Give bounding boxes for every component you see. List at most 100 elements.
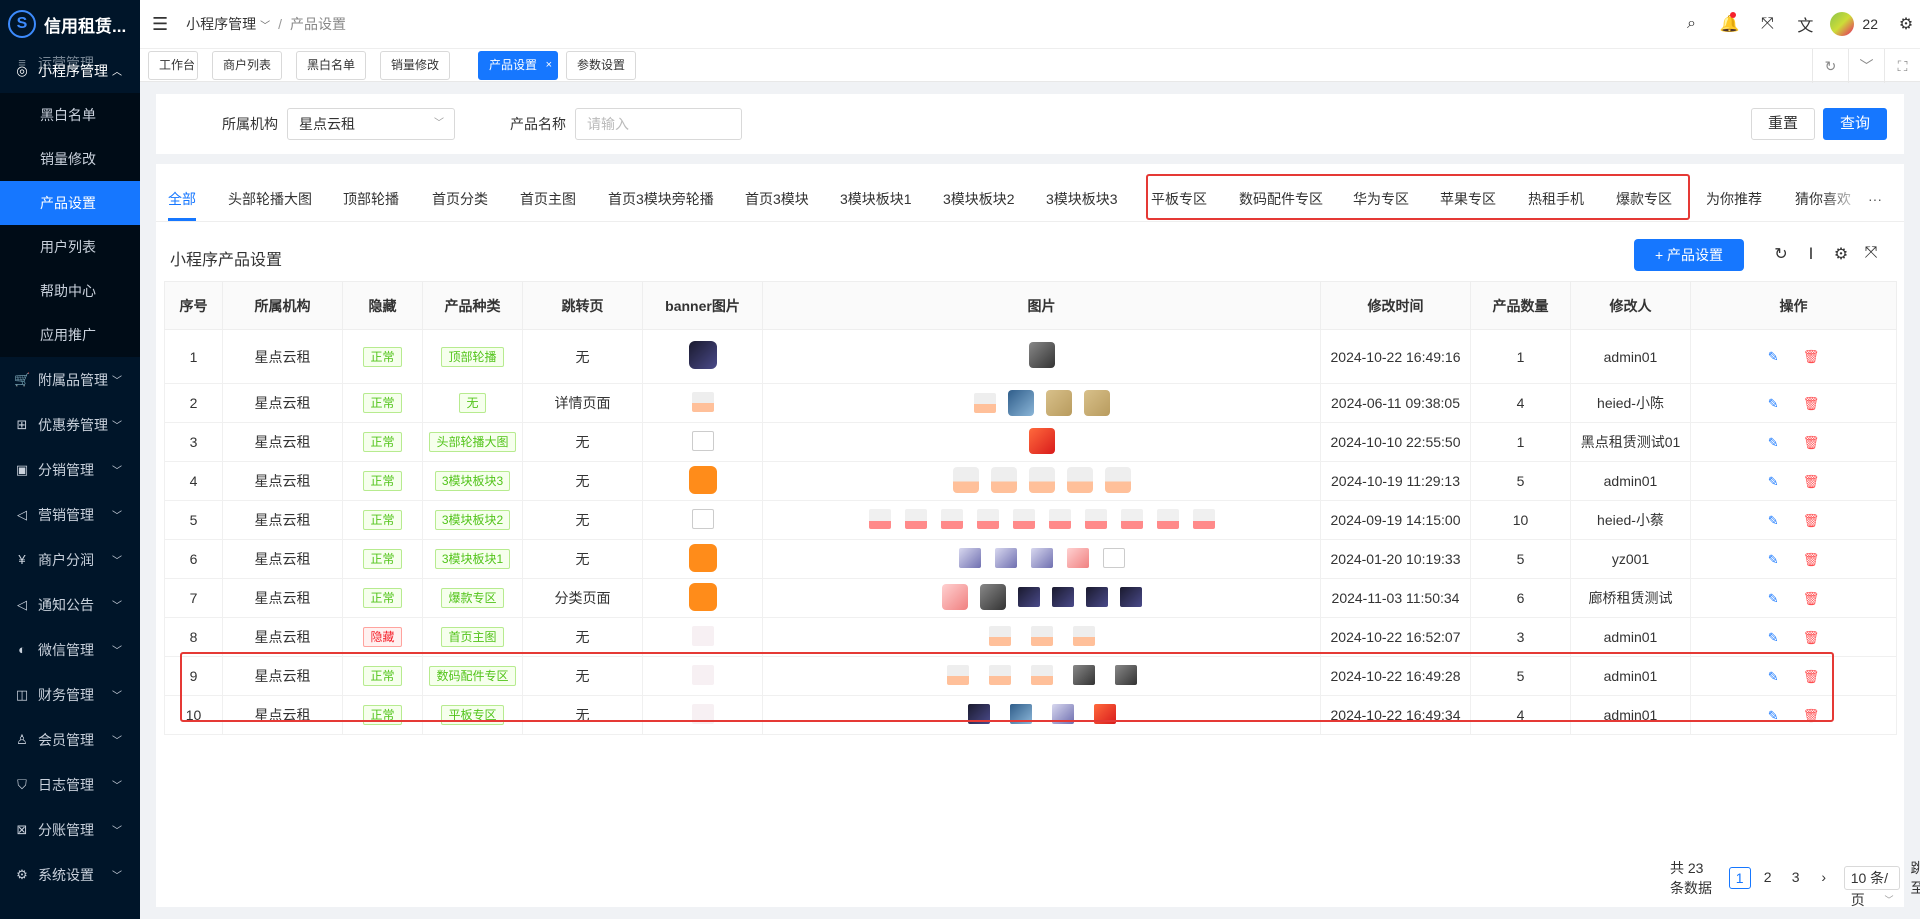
sidebar-group-split[interactable]: ⊠ 分账管理 ﹀	[0, 807, 140, 852]
add-product-setting-button[interactable]: + 产品设置	[1634, 239, 1744, 271]
org-select[interactable]: 星点云租 ﹀	[287, 108, 455, 140]
product-thumbnail[interactable]	[1017, 586, 1040, 607]
tab-module-3[interactable]: 3模块板块3	[1046, 164, 1118, 221]
fullscreen-icon[interactable]: ⤧	[1748, 15, 1786, 33]
delete-icon[interactable]: 🗑	[1803, 435, 1820, 451]
sidebar-group-notice[interactable]: ◁ 通知公告 ﹀	[0, 582, 140, 627]
delete-icon[interactable]: 🗑	[1803, 552, 1820, 568]
edit-icon[interactable]: ✎	[1768, 591, 1779, 607]
tab-home-main[interactable]: 首页主图	[520, 164, 576, 221]
banner-thumbnail[interactable]	[688, 582, 717, 611]
page-2[interactable]: 2	[1757, 867, 1779, 889]
search-icon[interactable]: ⌕	[1672, 15, 1710, 33]
delete-icon[interactable]: 🗑	[1803, 591, 1820, 607]
product-thumbnail[interactable]	[1012, 508, 1035, 529]
edit-icon[interactable]: ✎	[1768, 396, 1779, 412]
delete-icon[interactable]: 🗑	[1803, 349, 1820, 365]
chevron-down-icon[interactable]: ﹀	[1848, 49, 1884, 83]
tag-params[interactable]: 参数设置	[566, 51, 636, 80]
product-thumbnail[interactable]	[940, 508, 963, 529]
edit-icon[interactable]: ✎	[1768, 630, 1779, 646]
product-thumbnail[interactable]	[976, 508, 999, 529]
sidebar-item-sales[interactable]: 销量修改	[0, 137, 140, 181]
gear-icon[interactable]: ⚙	[1892, 14, 1920, 34]
delete-icon[interactable]: 🗑	[1803, 474, 1820, 490]
translate-icon[interactable]: 文	[1786, 12, 1824, 36]
product-thumbnail[interactable]	[988, 625, 1011, 646]
edit-icon[interactable]: ✎	[1768, 513, 1779, 529]
product-thumbnail[interactable]	[1120, 508, 1143, 529]
product-thumbnail[interactable]	[1066, 547, 1089, 568]
avatar[interactable]	[1830, 12, 1855, 36]
tag-blacklist[interactable]: 黑白名单	[296, 51, 366, 80]
product-thumbnail[interactable]	[1028, 466, 1055, 493]
tab-all[interactable]: 全部	[168, 164, 196, 221]
breadcrumb-item[interactable]: 小程序管理	[186, 14, 256, 34]
product-thumbnail[interactable]	[1048, 508, 1071, 529]
tab-module-1[interactable]: 3模块板块1	[840, 164, 912, 221]
page-3[interactable]: 3	[1785, 867, 1807, 889]
sidebar-item-help[interactable]: 帮助中心	[0, 269, 140, 313]
sidebar-group-system[interactable]: ⚙ 系统设置 ﹀	[0, 852, 140, 897]
tag-workbench[interactable]: 工作台	[148, 51, 198, 80]
tab-recommend[interactable]: 为你推荐	[1706, 164, 1762, 221]
banner-thumbnail[interactable]	[691, 625, 714, 646]
tag-product-settings[interactable]: 产品设置 ×	[478, 51, 558, 80]
product-thumbnail[interactable]	[1030, 625, 1053, 646]
sidebar-group-finance[interactable]: ◫ 财务管理 ﹀	[0, 672, 140, 717]
tag-merchants[interactable]: 商户列表	[212, 51, 282, 80]
product-thumbnail[interactable]	[1104, 466, 1131, 493]
delete-icon[interactable]: 🗑	[1803, 630, 1820, 646]
more-tabs-icon[interactable]: ···	[1868, 164, 1882, 221]
tab-home-3module[interactable]: 首页3模块	[745, 164, 809, 221]
product-thumbnail[interactable]	[1030, 547, 1053, 568]
delete-icon[interactable]: 🗑	[1803, 396, 1820, 412]
broken-image-icon[interactable]	[691, 430, 714, 451]
product-thumbnail[interactable]	[1156, 508, 1179, 529]
tab-header-banner[interactable]: 头部轮播大图	[228, 164, 312, 221]
product-thumbnail[interactable]	[1007, 390, 1034, 416]
tab-home-3module-side[interactable]: 首页3模块旁轮播	[608, 164, 714, 221]
sidebar-group-accessories[interactable]: 🛒 附属品管理 ﹀	[0, 357, 140, 402]
column-height-icon[interactable]: Ⅰ	[1796, 244, 1826, 264]
menu-fold-icon[interactable]: ☰	[152, 14, 168, 35]
banner-thumbnail[interactable]	[688, 543, 717, 572]
product-name-input[interactable]	[575, 108, 742, 140]
product-thumbnail[interactable]	[1085, 586, 1108, 607]
tag-sales[interactable]: 销量修改	[380, 51, 450, 80]
logo[interactable]: S 信用租赁...	[0, 0, 140, 48]
sidebar-group-logs[interactable]: ⛉ 日志管理 ﹀	[0, 762, 140, 807]
product-thumbnail[interactable]	[1066, 466, 1093, 493]
edit-icon[interactable]: ✎	[1768, 349, 1779, 365]
close-icon[interactable]: ×	[546, 52, 552, 79]
banner-thumbnail[interactable]	[688, 465, 717, 494]
product-thumbnail[interactable]	[1028, 342, 1055, 368]
product-thumbnail[interactable]	[979, 583, 1006, 610]
refresh-icon[interactable]: ↻	[1812, 49, 1848, 83]
product-thumbnail[interactable]	[1072, 625, 1095, 646]
sidebar-group-profit[interactable]: ¥ 商户分润 ﹀	[0, 537, 140, 582]
banner-thumbnail[interactable]	[691, 391, 714, 412]
refresh-icon[interactable]: ↻	[1766, 244, 1796, 264]
bell-icon[interactable]: 🔔	[1710, 12, 1748, 34]
tab-top-carousel[interactable]: 顶部轮播	[343, 164, 399, 221]
sidebar-item-blacklist[interactable]: 黑白名单	[0, 93, 140, 137]
product-thumbnail[interactable]	[1051, 586, 1074, 607]
banner-thumbnail[interactable]	[688, 341, 717, 369]
chevron-down-icon[interactable]: ﹀	[260, 17, 270, 32]
sidebar-group-coupons[interactable]: ⊞ 优惠券管理 ﹀	[0, 402, 140, 447]
reset-button[interactable]: 重置	[1751, 108, 1815, 140]
edit-icon[interactable]: ✎	[1768, 552, 1779, 568]
sidebar-item-product-settings[interactable]: 产品设置	[0, 181, 140, 225]
sidebar-group-members[interactable]: ♙ 会员管理 ﹀	[0, 717, 140, 762]
tab-module-2[interactable]: 3模块板块2	[943, 164, 1015, 221]
broken-image-icon[interactable]	[691, 508, 714, 529]
broken-image-icon[interactable]	[1102, 547, 1125, 568]
edit-icon[interactable]: ✎	[1768, 474, 1779, 490]
maximize-icon[interactable]: ⛶	[1884, 49, 1920, 83]
product-thumbnail[interactable]	[1119, 586, 1142, 607]
edit-icon[interactable]: ✎	[1768, 435, 1779, 451]
sidebar-group-distribution[interactable]: ▣ 分销管理 ﹀	[0, 447, 140, 492]
product-thumbnail[interactable]	[952, 466, 979, 493]
page-size-select[interactable]: 10 条/页 ﹀	[1843, 866, 1901, 908]
